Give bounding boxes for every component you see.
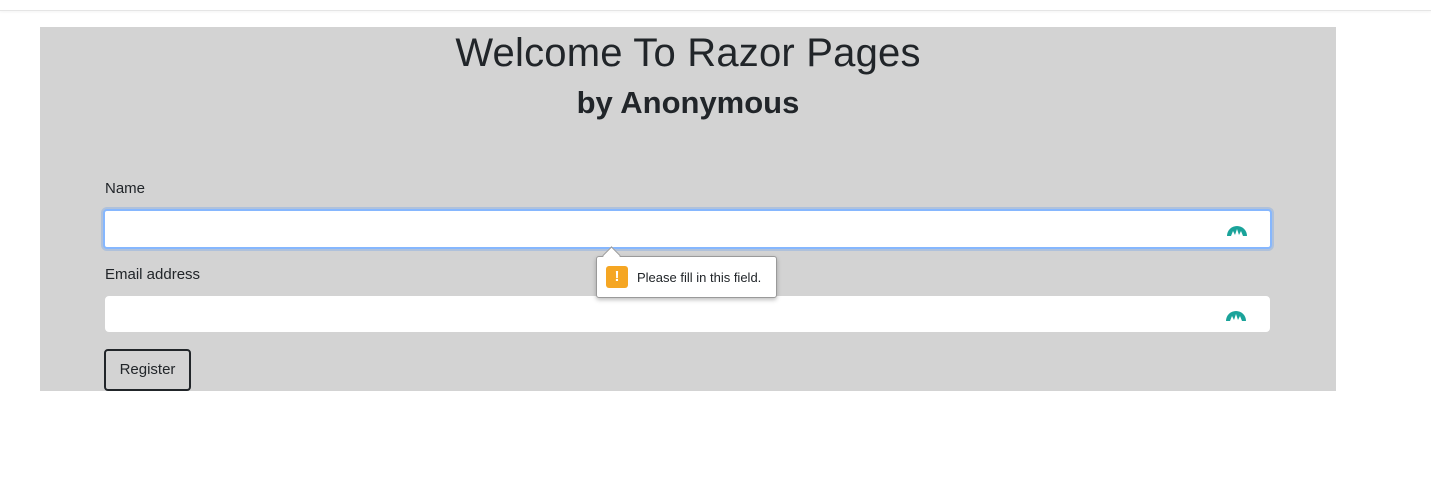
register-button[interactable]: Register xyxy=(104,349,191,391)
email-field[interactable] xyxy=(105,296,1270,332)
validation-tooltip: ! Please fill in this field. xyxy=(596,246,777,298)
email-label: Email address xyxy=(105,266,201,283)
name-field[interactable] xyxy=(103,209,1272,249)
validation-message: Please fill in this field. xyxy=(637,270,762,285)
name-label: Name xyxy=(105,180,146,197)
password-manager-icon[interactable] xyxy=(1226,220,1248,238)
page-subtitle: by Anonymous xyxy=(576,85,800,120)
page-title: Welcome To Razor Pages xyxy=(455,31,921,75)
browser-top-bar xyxy=(0,0,1431,11)
registration-panel: Welcome To Razor Pages by Anonymous Name… xyxy=(40,27,1336,391)
name-input[interactable] xyxy=(105,211,1270,247)
warning-icon: ! xyxy=(606,266,628,288)
password-manager-icon[interactable] xyxy=(1225,305,1247,323)
email-input[interactable] xyxy=(106,297,1269,331)
